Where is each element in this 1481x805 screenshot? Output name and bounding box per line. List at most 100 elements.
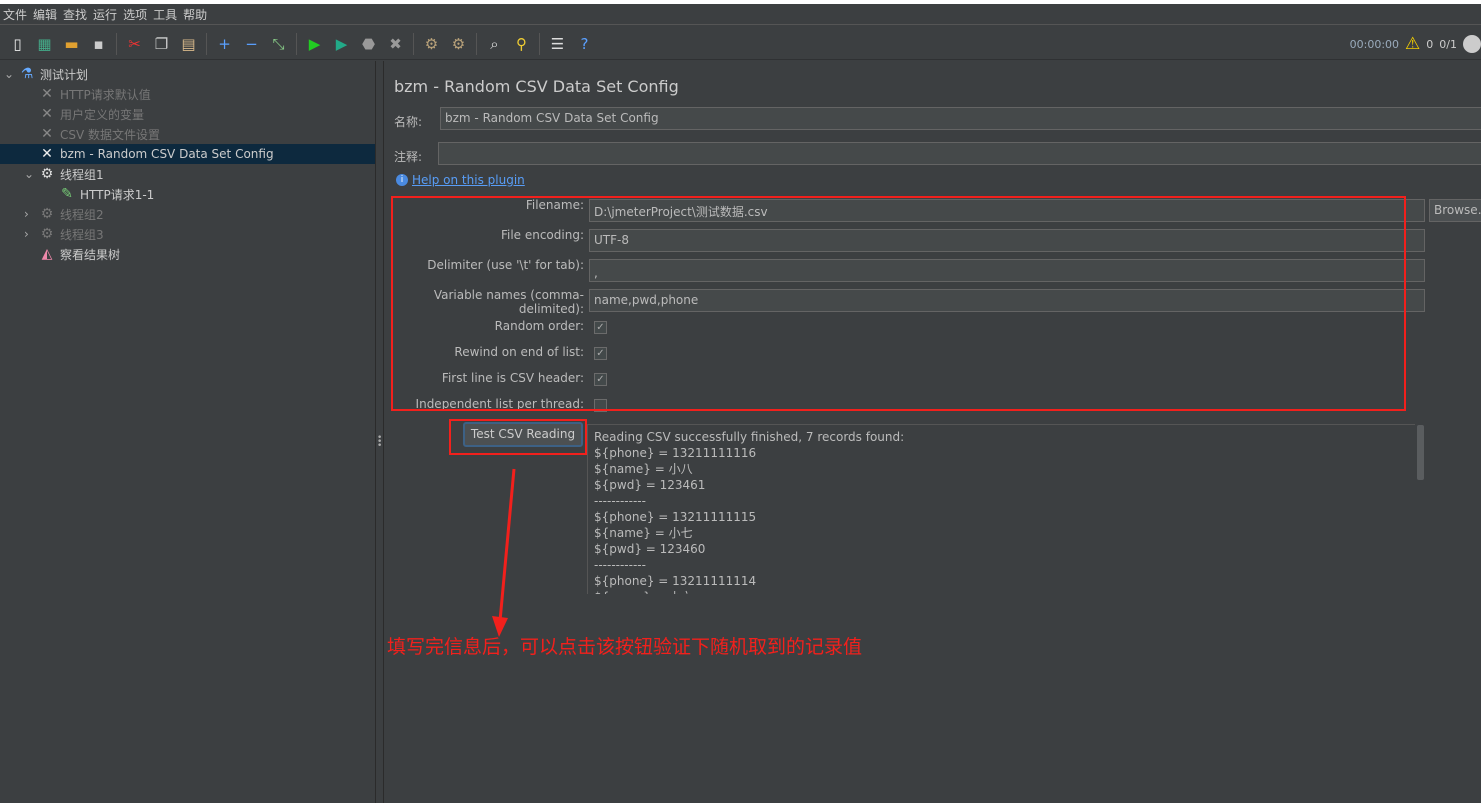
tree-node[interactable]: ✎ HTTP请求1-1 [58, 184, 154, 204]
shutdown-icon[interactable]: ✖ [385, 33, 407, 55]
drag-handle-icon[interactable]: • • • [377, 434, 382, 451]
test-output-area[interactable]: Reading CSV successfully finished, 7 rec… [587, 424, 1415, 594]
thread-count: 0/1 [1439, 37, 1457, 51]
tree-node[interactable]: ✕ 用户定义的变量 [38, 104, 144, 124]
start-icon[interactable]: ▶ [304, 33, 326, 55]
expand-chevron-icon[interactable]: ⌄ [24, 167, 34, 181]
tree-node-label: CSV 数据文件设置 [60, 127, 161, 142]
expand-icon[interactable]: + [214, 33, 236, 55]
config-wrench-icon: ✕ [41, 126, 53, 142]
tree-node[interactable]: ✕ CSV 数据文件设置 [38, 124, 160, 144]
expand-chevron-icon[interactable]: › [24, 227, 29, 241]
config-wrench-icon: ✕ [41, 146, 53, 162]
output-line: ${phone} = 13211111116 [594, 446, 757, 460]
comment-field[interactable] [438, 142, 1481, 165]
jmeter-window: 文件 编辑 查找 运行 选项 工具 帮助 ▯ ▦ ▬ ▪ ✂ ❐ ▤ + − ⤡ ▶ ▶ ⬣ ✖ ⚙ ⚙ ⌕ ⚲ ☰? 00:0… [0, 4, 1481, 803]
split-pane-divider[interactable]: • • • [376, 61, 384, 803]
reset-search-icon[interactable]: ⚲ [511, 33, 533, 55]
tree-node-label: 测试计划 [40, 67, 89, 82]
output-line: ${pwd} = 123461 [594, 478, 706, 492]
search-icon[interactable]: ⌕ [484, 33, 506, 55]
output-line: ------------ [594, 558, 646, 572]
menu-item[interactable]: 运行 [90, 4, 120, 24]
tree-node[interactable]: ⌄ ⚙ 线程组1 [24, 164, 104, 184]
new-icon[interactable]: ▯ [7, 33, 29, 55]
elapsed-timer: 00:00:00 [1349, 37, 1400, 51]
test-plan-icon: ⚗ [20, 66, 34, 82]
thread-group-icon: ⚙ [40, 166, 54, 182]
toolbar-separator [116, 32, 117, 55]
toolbar-separator [413, 32, 414, 55]
warning-icon[interactable]: ⚠ [1405, 34, 1420, 54]
cut-icon[interactable]: ✂ [124, 33, 146, 55]
help-icon[interactable]: ? [574, 33, 596, 55]
tree-node[interactable]: ✕ HTTP请求默认值 [38, 84, 151, 104]
copy-icon[interactable]: ❐ [151, 33, 173, 55]
tree-node[interactable]: ◭ 察看结果树 [38, 244, 120, 264]
clear-all-icon[interactable]: ⚙ [448, 33, 470, 55]
menu-item[interactable]: 查找 [60, 4, 90, 24]
tree-node-label: HTTP请求1-1 [80, 187, 155, 202]
collapse-icon[interactable]: − [241, 33, 263, 55]
output-line: ${phone} = 13211111115 [594, 510, 757, 524]
tree-node-label: 线程组2 [60, 207, 104, 222]
menu-item[interactable]: 选项 [120, 4, 150, 24]
tree-node-label: 线程组3 [60, 227, 104, 242]
toolbar-separator [539, 32, 540, 55]
status-area: 00:00:00 ⚠ 0 0/1 [1350, 34, 1481, 54]
tree-node[interactable]: ⌄ ⚗ 测试计划 [4, 64, 89, 84]
name-label: 名称: [394, 115, 423, 129]
toolbar-separator [296, 32, 297, 55]
menu-bar: 文件 编辑 查找 运行 选项 工具 帮助 [0, 4, 1481, 25]
highlight-box [391, 196, 1406, 411]
output-line: ${name} = 小六 [594, 589, 1409, 594]
tree-node-label: HTTP请求默认值 [60, 87, 151, 102]
name-field[interactable]: bzm - Random CSV Data Set Config [440, 107, 1481, 130]
function-helper-icon[interactable]: ☰ [547, 33, 569, 55]
stop-icon[interactable]: ⬣ [358, 33, 380, 55]
remote-icon[interactable] [1463, 35, 1481, 53]
tree-node-label: 用户定义的变量 [60, 107, 145, 122]
config-wrench-icon: ✕ [41, 86, 53, 102]
expand-chevron-icon[interactable]: ⌄ [4, 67, 14, 81]
tree-node-label: 察看结果树 [60, 247, 121, 262]
config-panel: bzm - Random CSV Data Set Config 名称: bzm… [384, 61, 1481, 803]
config-wrench-icon: ✕ [41, 106, 53, 122]
tree-node[interactable]: ✕ bzm - Random CSV Data Set Config [0, 144, 375, 164]
test-plan-tree: ⌄ ⚗ 测试计划 ✕ HTTP请求默认值 ✕ 用户定义的变量 ✕ CSV 数据文件设置 ✕ bzm … [0, 61, 376, 803]
toolbar-separator [206, 32, 207, 55]
annotation-text: 填写完信息后，可以点击该按钮验证下随机取到的记录值 [387, 636, 863, 658]
info-icon: i [396, 174, 408, 186]
tree-node-label: 线程组1 [60, 167, 104, 182]
expand-chevron-icon[interactable]: › [24, 207, 29, 221]
browse-button[interactable]: Browse... [1429, 199, 1481, 222]
templates-icon[interactable]: ▦ [34, 33, 56, 55]
results-tree-icon: ◭ [41, 246, 53, 262]
paste-icon[interactable]: ▤ [178, 33, 200, 55]
annotation-arrow [492, 468, 516, 637]
output-line: Reading CSV successfully finished, 7 rec… [594, 430, 905, 444]
menu-item[interactable]: 工具 [150, 4, 180, 24]
tree-node[interactable]: › ⚙ 线程组2 [24, 204, 104, 224]
menu-item[interactable]: 编辑 [30, 4, 60, 24]
help-link[interactable]: Help on this plugin [412, 173, 525, 187]
toggle-icon[interactable]: ⤡ [268, 33, 290, 55]
comment-label: 注释: [394, 150, 423, 164]
start-no-pause-icon[interactable]: ▶ [331, 33, 353, 55]
output-line: ${name} = 小七 [594, 526, 693, 540]
open-icon[interactable]: ▬ [61, 33, 83, 55]
output-line: ------------ [594, 494, 646, 508]
toolbar-separator [476, 32, 477, 55]
menu-item[interactable]: 文件 [0, 4, 30, 24]
toolbar: ▯ ▦ ▬ ▪ ✂ ❐ ▤ + − ⤡ ▶ ▶ ⬣ ✖ ⚙ ⚙ ⌕ ⚲ ☰? [0, 28, 1481, 60]
menu-item[interactable]: 帮助 [180, 4, 210, 24]
output-scrollbar[interactable] [1417, 425, 1424, 480]
save-icon[interactable]: ▪ [88, 33, 110, 55]
output-line: ${name} = 小八 [594, 462, 693, 476]
thread-group-icon: ⚙ [40, 206, 54, 222]
clear-icon[interactable]: ⚙ [421, 33, 443, 55]
tree-node[interactable]: › ⚙ 线程组3 [24, 224, 104, 244]
output-line: ${phone} = 13211111114 [594, 574, 757, 588]
sampler-pipette-icon: ✎ [61, 186, 73, 202]
thread-group-icon: ⚙ [40, 226, 54, 242]
